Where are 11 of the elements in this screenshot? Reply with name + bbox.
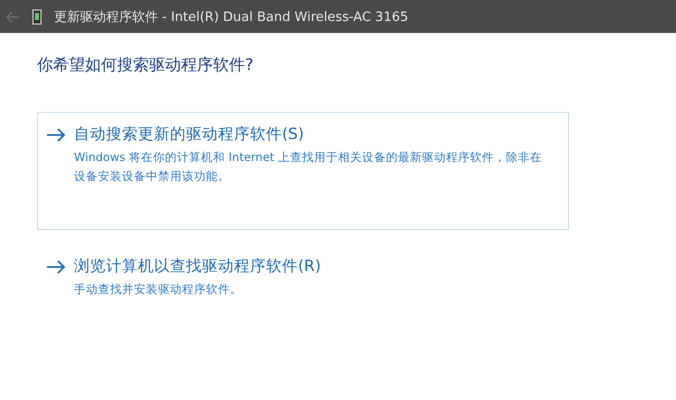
device-icon — [32, 8, 42, 24]
back-arrow-icon[interactable] — [6, 10, 20, 22]
option-title: 浏览计算机以查找驱动程序软件(R) — [74, 256, 322, 277]
arrow-icon — [46, 260, 66, 274]
option-description: 手动查找并安装驱动程序软件。 — [74, 281, 243, 298]
option-description: Windows 将在你的计算机和 Internet 上查找用于相关设备的最新驱动程序软件，除非在设备安装设备中禁用该功能。 — [74, 149, 543, 185]
window-title: 更新驱动程序软件 - Intel(R) Dual Band Wireless-AC 3165 — [54, 8, 408, 26]
option-link[interactable]: 自动搜索更新的驱动程序软件(S) Windows 将在你的计算机和 Internet 上查找用于相关设备的最新驱动程序软件，除非在设备安装设备中禁用该功能。 — [37, 112, 569, 230]
option-title: 自动搜索更新的驱动程序软件(S) — [74, 124, 305, 145]
arrow-icon — [46, 128, 66, 142]
page-heading: 你希望如何搜索驱动程序软件? — [37, 55, 254, 76]
